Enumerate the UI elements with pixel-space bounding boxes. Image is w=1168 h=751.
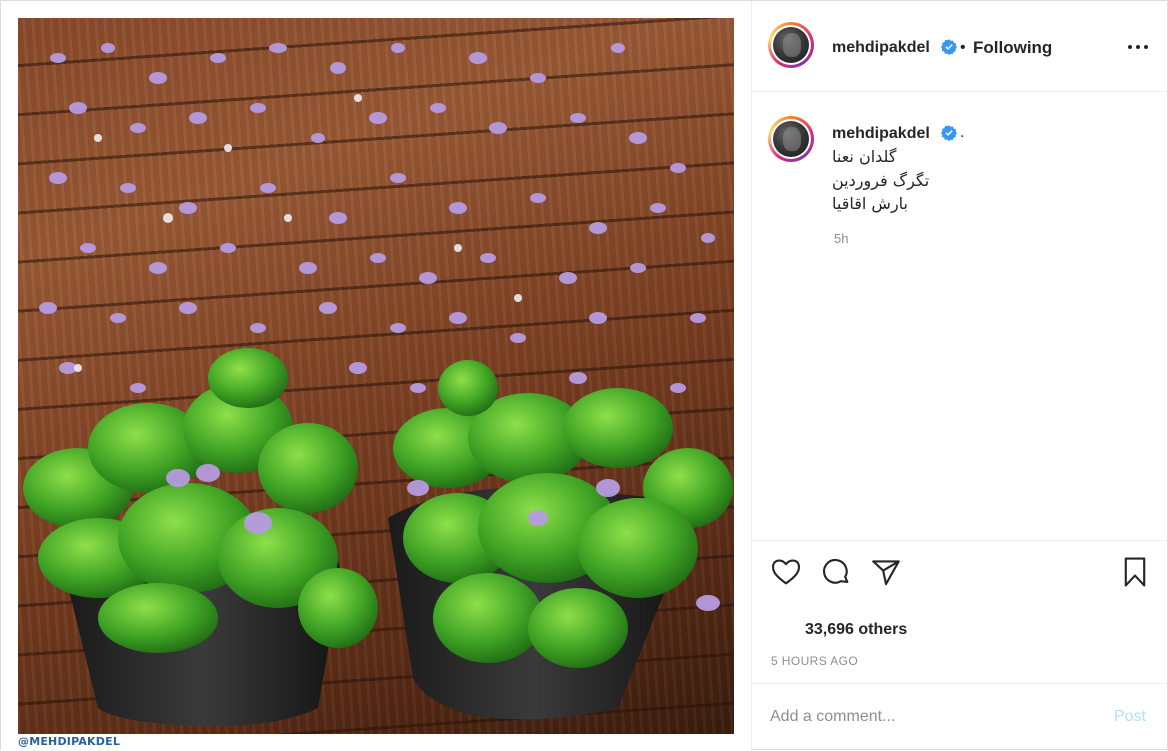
verified-badge-icon	[941, 125, 957, 141]
share-icon[interactable]	[869, 555, 903, 589]
comment-form: Post	[752, 683, 1167, 749]
hail-buds	[74, 94, 522, 372]
bookmark-icon[interactable]	[1118, 555, 1152, 589]
photo-illustration	[23, 43, 733, 727]
post-media[interactable]: @MEHDIPAKDEL	[1, 1, 751, 751]
avatar[interactable]	[768, 22, 814, 68]
author-username[interactable]: mehdipakdel	[832, 39, 930, 57]
post-comment-button[interactable]: Post	[1114, 708, 1146, 726]
caption-username[interactable]: mehdipakdel	[832, 125, 930, 143]
comments-area: mehdipakdel . گلدان نعنا تگرگ فروردین با…	[752, 92, 1167, 540]
comment-icon[interactable]	[819, 555, 853, 589]
header-separator: •	[960, 39, 966, 56]
post-sidebar: mehdipakdel • Following mehdipakdel . گل…	[752, 1, 1167, 749]
verified-badge-icon	[941, 39, 957, 55]
photo-watermark: @MEHDIPAKDEL	[18, 735, 121, 748]
post-actions: 33,696 others 5 HOURS AGO	[752, 540, 1167, 683]
mint-leaves	[23, 348, 733, 668]
comment-input[interactable]	[770, 702, 1090, 732]
following-button[interactable]: Following	[973, 38, 1052, 58]
caption-line-1: گلدان نعنا	[832, 147, 897, 166]
heart-icon[interactable]	[769, 555, 803, 589]
caption-line-2: تگرگ فروردین	[832, 171, 930, 190]
post-header: mehdipakdel • Following	[752, 1, 1167, 92]
post-container: @MEHDIPAKDEL mehdipakdel • Following meh…	[0, 0, 1168, 751]
caption-time[interactable]: 5h	[834, 231, 848, 246]
caption-avatar[interactable]	[768, 116, 814, 162]
caption-line-3: بارش اقاقیا	[832, 194, 908, 213]
post-photo[interactable]	[18, 18, 734, 734]
post-timestamp[interactable]: 5 HOURS AGO	[771, 654, 858, 668]
likes-count[interactable]: 33,696 others	[805, 621, 907, 639]
more-options-icon[interactable]	[1126, 39, 1150, 55]
caption-dot: .	[960, 124, 965, 141]
